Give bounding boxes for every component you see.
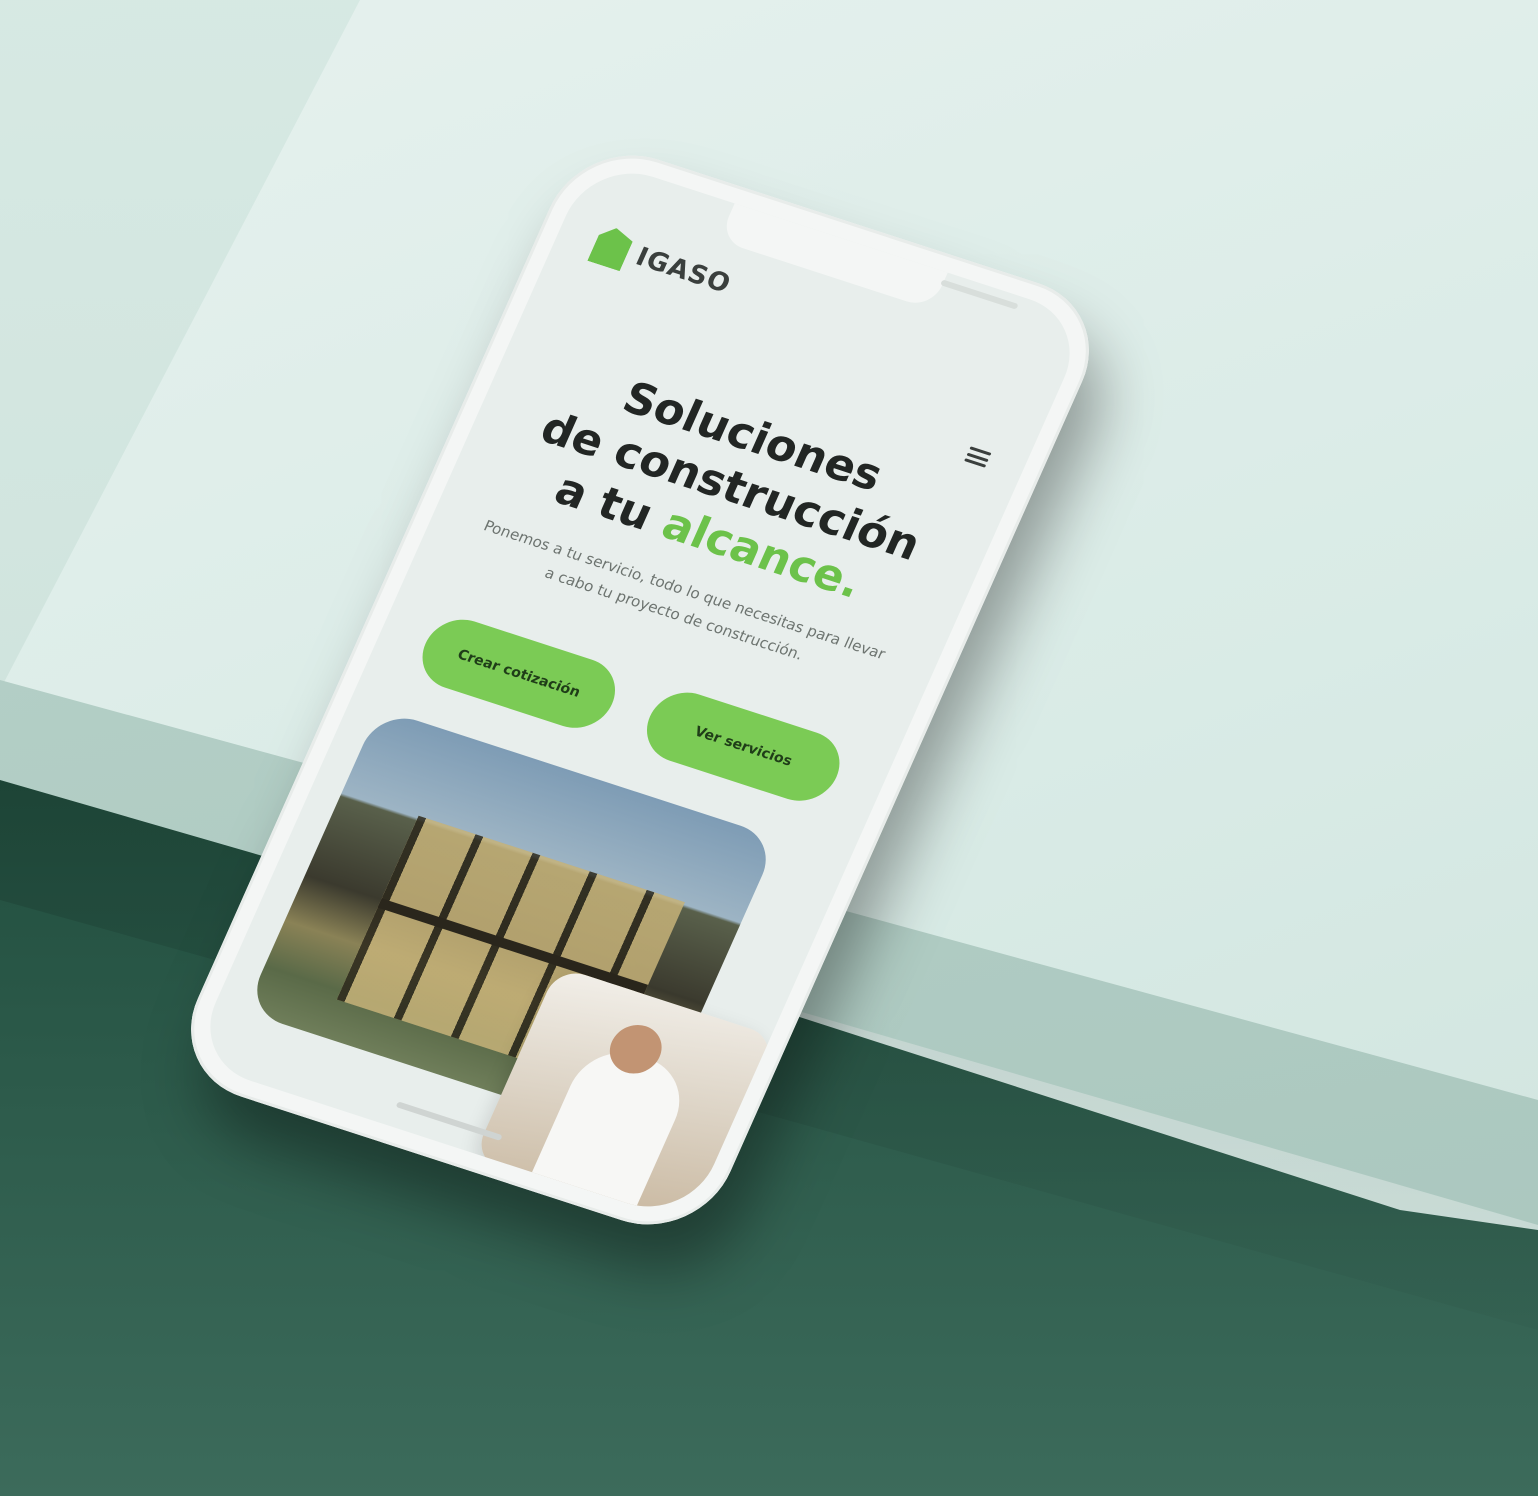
worker-body xyxy=(525,1039,696,1221)
speaker-grill xyxy=(940,279,1019,310)
create-quote-button[interactable]: Crear cotización xyxy=(410,610,627,738)
home-indicator xyxy=(395,1101,503,1141)
phone-notch xyxy=(718,199,1019,310)
view-services-button[interactable]: Ver servicios xyxy=(635,683,852,811)
hero-headline: Soluciones de construcción a tu alcance. xyxy=(477,341,985,633)
phone-screen: IGASO Soluciones de construcción a tu al… xyxy=(189,157,1091,1223)
hamburger-menu-icon[interactable] xyxy=(964,446,992,468)
brand-logo[interactable]: IGASO xyxy=(587,224,737,304)
mockup-scene: IGASO Soluciones de construcción a tu al… xyxy=(0,0,1538,1496)
phone-mockup: IGASO Soluciones de construcción a tu al… xyxy=(165,135,1115,1290)
house-logo-icon xyxy=(587,224,636,271)
brand-name: IGASO xyxy=(631,242,736,300)
